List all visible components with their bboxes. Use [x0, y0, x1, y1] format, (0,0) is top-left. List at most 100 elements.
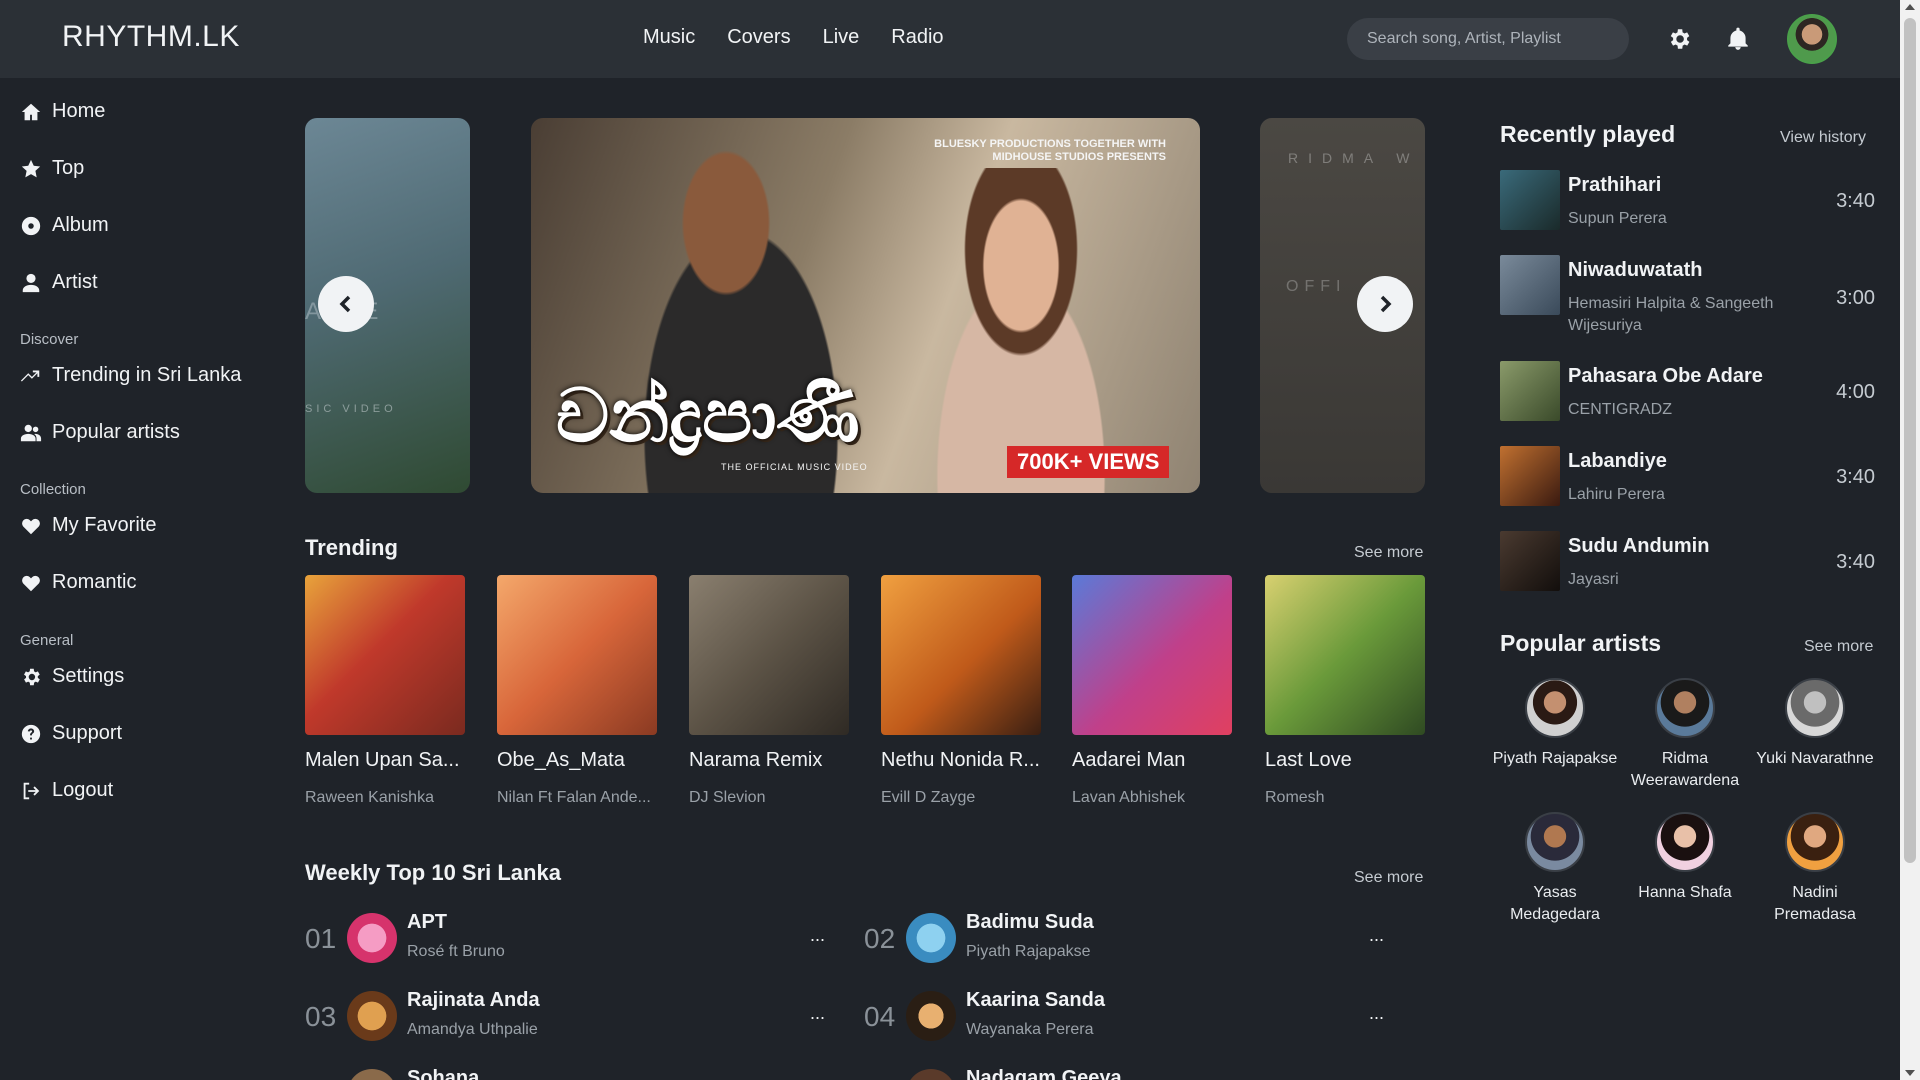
artist-avatar [1655, 812, 1715, 872]
card-artist: Raween Kanishka [305, 789, 434, 806]
cover-art [1072, 575, 1232, 735]
artist-avatar [1785, 678, 1845, 738]
artist-tile[interactable]: Ridma Weerawardena [1620, 678, 1750, 792]
song-title: Nadagam Geeya [966, 1067, 1122, 1080]
recent-track[interactable]: Prathihari Supun Perera 3:40 [1500, 170, 1875, 232]
trending-card[interactable]: Malen Upan Sa... Raween Kanishka [305, 575, 465, 806]
views-badge: 700K+ VIEWS [1007, 446, 1170, 478]
popular-artists-see-more-link[interactable]: See more [1804, 638, 1873, 656]
page-scrollbar[interactable] [1900, 0, 1920, 1080]
view-history-link[interactable]: View history [1780, 129, 1866, 147]
banner-figure-woman [891, 168, 1151, 493]
scroll-thumb[interactable] [1904, 18, 1916, 863]
cover-art [497, 575, 657, 735]
disc-icon [21, 216, 41, 235]
artist-tile[interactable]: Piyath Rajapakse [1490, 678, 1620, 770]
sidebar-item-romantic[interactable]: Romantic [20, 571, 136, 594]
general-heading: General [20, 632, 74, 649]
weekly-list-item[interactable]: Nadagam Geeya [864, 1067, 1384, 1080]
sidebar-item-logout[interactable]: Logout [20, 779, 113, 802]
song-title: Kaarina Sanda [966, 989, 1105, 1011]
artist-avatar [1655, 678, 1715, 738]
top-nav: Music Covers Live Radio [643, 26, 944, 49]
trending-card[interactable]: Aadarei Man Lavan Abhishek [1072, 575, 1232, 806]
track-duration: 3:40 [1836, 190, 1875, 212]
weekly-list-item[interactable]: 02 Badimu Suda Piyath Rajapakse ... [864, 911, 1384, 973]
song-title: Rajinata Anda [407, 989, 540, 1011]
nav-live[interactable]: Live [823, 26, 860, 49]
recent-track[interactable]: Pahasara Obe Adare CENTIGRADZ 4:00 [1500, 361, 1875, 423]
weekly-list-item[interactable]: 03 Rajinata Anda Amandya Uthpalie ... [305, 989, 825, 1051]
trending-card[interactable]: Nethu Nonida R... Evill D Zayge [881, 575, 1041, 806]
track-title: Prathihari [1568, 174, 1662, 196]
recent-track[interactable]: Sudu Andumin Jayasri 3:40 [1500, 531, 1875, 593]
star-icon [21, 159, 41, 177]
artist-tile[interactable]: Nadini Premadasa [1750, 812, 1880, 926]
sidebar-item-label: Support [52, 722, 123, 744]
song-thumb [906, 913, 956, 963]
gear-icon[interactable] [1666, 26, 1692, 52]
track-thumb [1500, 446, 1560, 506]
nav-covers[interactable]: Covers [727, 26, 790, 49]
recent-track[interactable]: Niwaduwatath Hemasiri Halpita & Sangeeth… [1500, 255, 1875, 335]
scroll-down-arrow-icon[interactable] [1905, 1070, 1915, 1076]
collection-heading: Collection [20, 481, 86, 498]
weekly-title: Weekly Top 10 Sri Lanka [305, 860, 561, 885]
carousel-prev-button[interactable] [318, 276, 374, 332]
search-input[interactable] [1347, 18, 1629, 60]
sidebar-item-artist[interactable]: Artist [20, 271, 98, 294]
app-logo[interactable]: RHYTHM.LK [62, 20, 240, 54]
sidebar-item-settings[interactable]: Settings [20, 665, 124, 688]
track-duration: 3:40 [1836, 551, 1875, 573]
weekly-list-item[interactable]: 04 Kaarina Sanda Wayanaka Perera ... [864, 989, 1384, 1051]
carousel-next-button[interactable] [1357, 276, 1413, 332]
sidebar-item-album[interactable]: Album [20, 214, 109, 237]
track-title: Labandiye [1568, 450, 1667, 472]
artist-tile[interactable]: Yuki Navarathne [1750, 678, 1880, 770]
track-title: Niwaduwatath [1568, 259, 1703, 281]
sidebar-item-my-favorite[interactable]: My Favorite [20, 514, 156, 537]
featured-carousel: ANE SIC VIDEO BLUESKY PRODUCTIONS TOGETH… [305, 118, 1425, 493]
artist-tile[interactable]: Hanna Shafa [1620, 812, 1750, 904]
sidebar-item-label: Trending in Sri Lanka [52, 364, 242, 386]
artist-tile[interactable]: Yasas Medagedara [1490, 812, 1620, 926]
trending-card[interactable]: Narama Remix DJ Slevion [689, 575, 849, 806]
rank-number: 02 [864, 923, 896, 954]
bell-icon[interactable] [1725, 26, 1751, 52]
track-artist: Jayasri [1568, 571, 1619, 588]
weekly-see-more-link[interactable]: See more [1354, 869, 1423, 887]
card-title: Malen Upan Sa... [305, 749, 460, 771]
card-artist: DJ Slevion [689, 789, 766, 806]
more-options-button[interactable]: ... [810, 925, 825, 946]
sidebar-item-top[interactable]: Top [20, 157, 84, 180]
scroll-up-arrow-icon[interactable] [1905, 4, 1915, 10]
nav-radio[interactable]: Radio [891, 26, 943, 49]
sidebar-item-popular-artists[interactable]: Popular artists [20, 421, 180, 444]
sidebar-item-home[interactable]: Home [20, 100, 105, 123]
help-icon [21, 724, 41, 743]
sidebar-item-trending[interactable]: Trending in Sri Lanka [20, 364, 241, 387]
song-thumb [347, 913, 397, 963]
sidebar-item-label: Logout [52, 779, 114, 801]
carousel-slide-current[interactable]: BLUESKY PRODUCTIONS TOGETHER WITH MIDHOU… [531, 118, 1200, 493]
song-title: Badimu Suda [966, 911, 1094, 933]
artist-avatar [1525, 812, 1585, 872]
more-options-button[interactable]: ... [1369, 925, 1384, 946]
sidebar-item-support[interactable]: Support [20, 722, 122, 745]
song-artist: Piyath Rajapakse [966, 943, 1091, 960]
recent-track[interactable]: Labandiye Lahiru Perera 3:40 [1500, 446, 1875, 508]
song-artist: Rosé ft Bruno [407, 943, 505, 960]
nav-music[interactable]: Music [643, 26, 695, 49]
more-options-button[interactable]: ... [1369, 1003, 1384, 1024]
track-title: Sudu Andumin [1568, 535, 1710, 557]
trending-see-more-link[interactable]: See more [1354, 544, 1423, 562]
banner-credit-text: BLUESKY PRODUCTIONS TOGETHER WITH MIDHOU… [934, 138, 1166, 163]
trending-card[interactable]: Obe_As_Mata Nilan Ft Falan Ande... [497, 575, 657, 806]
trending-card[interactable]: Last Love Romesh [1265, 575, 1425, 806]
user-avatar[interactable] [1787, 14, 1837, 64]
track-title: Pahasara Obe Adare [1568, 365, 1763, 387]
cover-art [881, 575, 1041, 735]
weekly-list-item[interactable]: Sohana [305, 1067, 825, 1080]
weekly-list-item[interactable]: 01 APT Rosé ft Bruno ... [305, 911, 825, 973]
more-options-button[interactable]: ... [810, 1003, 825, 1024]
